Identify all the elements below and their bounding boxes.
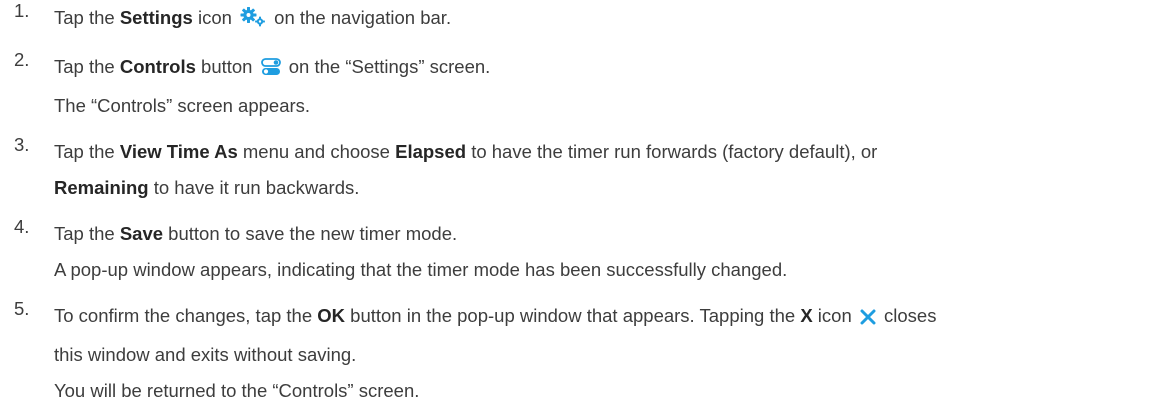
text: icon (192, 7, 232, 28)
text: button (195, 56, 253, 77)
remaining-label: Remaining (54, 177, 149, 198)
text: Tap the (54, 7, 120, 28)
step-text-continued: this window and exits without saving. (54, 344, 357, 365)
step-text: Tap the Controls button on the “Settings… (54, 49, 1164, 88)
step-4: 4. Tap the Save button to save the new t… (14, 216, 1164, 288)
toggle-switch-icon (260, 52, 281, 88)
text: Tap the (54, 141, 120, 162)
step-note: A pop-up window appears, indicating that… (54, 259, 788, 280)
text: on the “Settings” screen. (283, 56, 491, 77)
settings-label: Settings (119, 7, 193, 28)
text: Tap the (54, 223, 120, 244)
step-2: 2. Tap the Controls button on the “Setti… (14, 49, 1164, 124)
elapsed-label: Elapsed (395, 141, 467, 162)
instruction-list: 1. Tap the Settings icon on the navigati… (14, 0, 1164, 409)
text: To confirm the changes, tap the (54, 305, 318, 326)
text: button in the pop-up window that appears… (345, 305, 801, 326)
text: to have the timer run forwards (factory … (466, 141, 878, 162)
step-text: Tap the Save button to save the new time… (54, 216, 1164, 252)
text: icon (812, 305, 852, 326)
step-5: 5. To confirm the changes, tap the OK bu… (14, 298, 1164, 409)
step-text: Tap the View Time As menu and choose Ela… (54, 134, 1164, 170)
step-number: 1. (14, 0, 30, 21)
x-label: X (800, 305, 813, 326)
save-label: Save (119, 223, 164, 244)
step-note: You will be returned to the “Controls” s… (54, 380, 420, 401)
ok-label: OK (317, 305, 346, 326)
step-text-continued: Remaining to have it run backwards. (54, 170, 1164, 206)
step-number: 2. (14, 49, 30, 70)
text: on the navigation bar. (269, 7, 452, 28)
step-number: 4. (14, 216, 30, 237)
close-icon (860, 301, 876, 337)
view-time-as-label: View Time As (119, 141, 238, 162)
step-text: To confirm the changes, tap the OK butto… (54, 298, 1164, 337)
text: button to save the new timer mode. (163, 223, 458, 244)
controls-label: Controls (119, 56, 196, 77)
text: menu and choose (237, 141, 396, 162)
step-3: 3. Tap the View Time As menu and choose … (14, 134, 1164, 206)
gear-icon (240, 3, 266, 39)
step-number: 3. (14, 134, 30, 155)
text: Tap the (54, 56, 120, 77)
step-1: 1. Tap the Settings icon on the navigati… (14, 0, 1164, 39)
step-note: The “Controls” screen appears. (54, 95, 311, 116)
step-number: 5. (14, 298, 30, 319)
text: to have it run backwards. (148, 177, 360, 198)
text: closes (878, 305, 937, 326)
step-text: Tap the Settings icon on the navigation … (54, 0, 1164, 39)
